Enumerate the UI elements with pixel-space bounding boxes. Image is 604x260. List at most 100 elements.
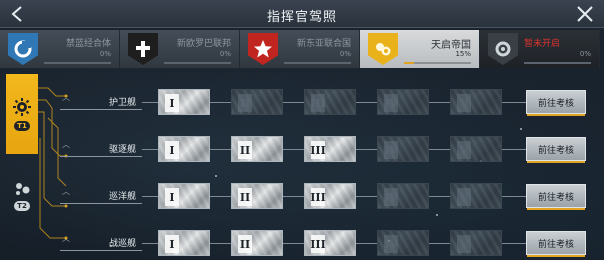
go-exam-button[interactable]: 前往考核 xyxy=(526,137,586,163)
stage-numeral: III xyxy=(310,141,326,159)
progress-fill xyxy=(404,62,415,64)
circles-icon xyxy=(376,43,391,56)
ship-class-label: 护卫舰 xyxy=(60,94,142,110)
faction-tab-1[interactable]: 新欧罗巴联邦 0% xyxy=(120,30,240,68)
stage-numeral: V xyxy=(457,94,471,112)
license-stage-card[interactable]: IV xyxy=(377,230,429,256)
license-stage-card[interactable]: I xyxy=(158,136,210,162)
faction-progress-text: 0% xyxy=(99,50,111,58)
swirl-icon xyxy=(14,40,32,58)
connector-line xyxy=(356,196,377,197)
license-row: ︿ 巡洋舰 I II III IV V 前往考核 xyxy=(0,181,604,211)
top-bar: 指挥官驾照 xyxy=(0,0,604,28)
license-stage-card[interactable]: IV xyxy=(377,183,429,209)
connector-line xyxy=(502,149,526,150)
faction-progress-bar xyxy=(164,62,231,64)
connector-line xyxy=(210,149,231,150)
connector-line xyxy=(429,102,450,103)
connector-line xyxy=(210,243,231,244)
stage-numeral: II xyxy=(238,188,252,206)
connector-line xyxy=(502,196,526,197)
connector-line xyxy=(142,243,158,244)
stage-numeral: I xyxy=(165,188,179,206)
license-stage-card[interactable]: I xyxy=(158,183,210,209)
license-stage-card[interactable]: III xyxy=(304,136,356,162)
connector-line xyxy=(210,102,231,103)
license-stage-card[interactable]: III xyxy=(304,230,356,256)
faction-tab-3[interactable]: 天启帝国 15% xyxy=(360,30,480,68)
license-stage-card[interactable]: V xyxy=(450,89,502,115)
star-dot xyxy=(436,214,438,216)
ship-class-label: 战巡舰 xyxy=(60,235,142,251)
faction-tab-2[interactable]: 新东亚联合国 0% xyxy=(240,30,360,68)
license-stage-card[interactable]: II xyxy=(231,89,283,115)
license-stage-card[interactable]: IV xyxy=(377,89,429,115)
stage-numeral: I xyxy=(165,141,179,159)
close-icon xyxy=(577,6,593,22)
license-stage-card[interactable]: I xyxy=(158,230,210,256)
faction-progress-text: 0% xyxy=(579,50,591,58)
license-row: ︿ 战巡舰 I II III IV V 前往考核 xyxy=(0,228,604,258)
connector-line xyxy=(429,149,450,150)
go-exam-button[interactable]: 前往考核 xyxy=(526,184,586,210)
license-stage-card[interactable]: III xyxy=(304,183,356,209)
ship-class-label: 巡洋舰 xyxy=(60,188,142,204)
license-stage-card[interactable]: V xyxy=(450,183,502,209)
close-button[interactable] xyxy=(574,3,596,25)
stage-numeral: II xyxy=(238,141,252,159)
connector-line xyxy=(502,102,526,103)
ship-class-label: 驱逐舰 xyxy=(60,141,142,157)
stage-numeral: IV xyxy=(384,94,398,112)
faction-emblem xyxy=(8,33,38,65)
connector-line xyxy=(502,243,526,244)
go-exam-button[interactable]: 前往考核 xyxy=(526,90,586,116)
go-exam-button[interactable]: 前往考核 xyxy=(526,231,586,257)
license-stage-card[interactable]: II xyxy=(231,230,283,256)
faction-tabs: 禁蓝经合体 0% 新欧罗巴联邦 0% 新东亚联合国 0% 天启帝国 15% 暂未开启 0% xyxy=(0,30,604,68)
faction-emblem xyxy=(248,33,278,65)
license-stage-card[interactable]: III xyxy=(304,89,356,115)
connector-line xyxy=(283,243,304,244)
license-row: ︿ 护卫舰 I II III IV V 前往考核 xyxy=(0,87,604,117)
license-stage-card[interactable]: IV xyxy=(377,136,429,162)
connector-line xyxy=(429,196,450,197)
stage-numeral: IV xyxy=(384,141,398,159)
gear-icon xyxy=(495,41,511,57)
star-dot xyxy=(520,128,522,130)
faction-progress-text: 0% xyxy=(219,50,231,58)
faction-emblem xyxy=(128,33,158,65)
tier-badge: T1 xyxy=(14,121,30,131)
faction-name: 禁蓝经合体 xyxy=(65,39,111,49)
connector-line xyxy=(356,149,377,150)
faction-tab-0[interactable]: 禁蓝经合体 0% xyxy=(0,30,120,68)
faction-name: 暂未开启 xyxy=(524,39,561,49)
connector-line xyxy=(210,196,231,197)
stage-numeral: IV xyxy=(384,188,398,206)
faction-emblem xyxy=(368,33,398,65)
faction-emblem xyxy=(488,33,518,65)
connector-line xyxy=(356,243,377,244)
stage-numeral: III xyxy=(310,188,326,206)
cross-icon xyxy=(136,41,150,57)
stage-numeral: I xyxy=(165,235,179,253)
star-dot xyxy=(215,175,217,177)
faction-name: 新欧罗巴联邦 xyxy=(176,39,231,49)
stage-numeral: I xyxy=(165,94,179,112)
license-stage-card[interactable]: V xyxy=(450,230,502,256)
connector-line xyxy=(142,196,158,197)
stage-numeral: III xyxy=(310,235,326,253)
faction-tab-4[interactable]: 暂未开启 0% xyxy=(480,30,600,68)
license-stage-card[interactable]: V xyxy=(450,136,502,162)
faction-progress-text: 15% xyxy=(455,50,471,58)
faction-name: 天启帝国 xyxy=(431,40,471,51)
connector-line xyxy=(283,102,304,103)
license-stage-card[interactable]: II xyxy=(231,136,283,162)
license-stage-card[interactable]: I xyxy=(158,89,210,115)
connector-line xyxy=(142,149,158,150)
license-stage-card[interactable]: II xyxy=(231,183,283,209)
connector-line xyxy=(283,196,304,197)
connector-line xyxy=(429,243,450,244)
star-icon xyxy=(254,40,272,58)
faction-name: 新东亚联合国 xyxy=(296,39,351,49)
connector-line xyxy=(283,149,304,150)
